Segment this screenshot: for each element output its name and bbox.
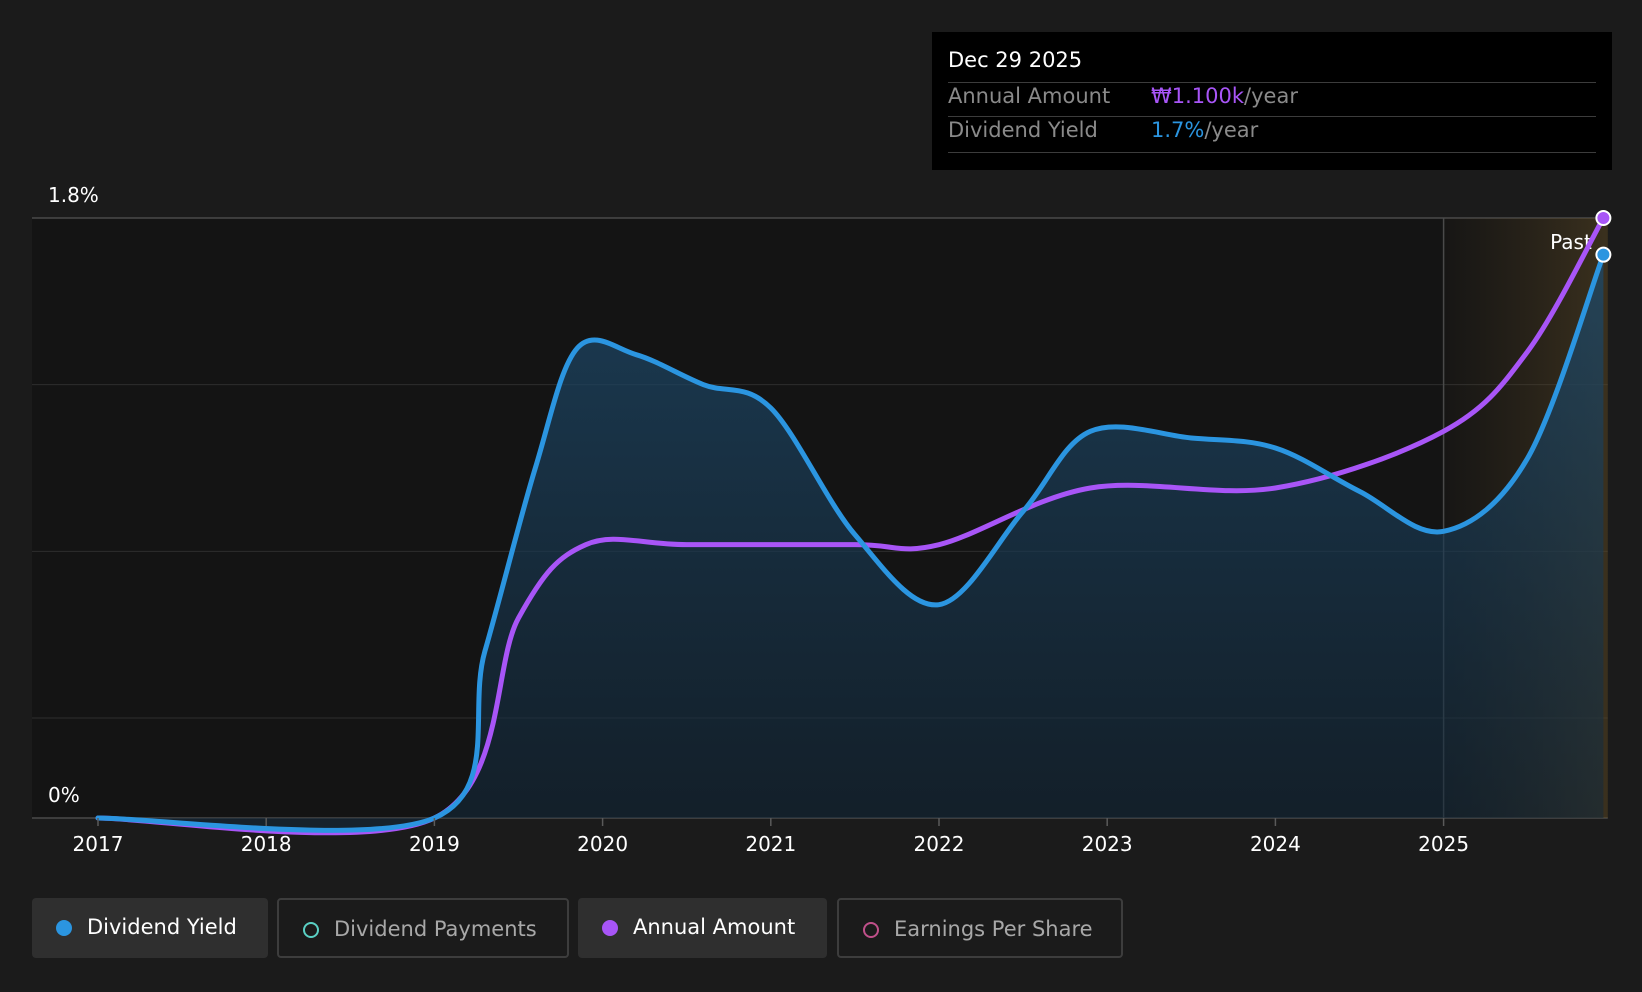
tooltip-unit: /year (1204, 118, 1259, 142)
x-tick-label: 2017 (73, 832, 124, 856)
endpoint-dividend-yield (1595, 246, 1612, 263)
legend-dividend-yield[interactable]: Dividend Yield (32, 898, 268, 958)
y-tick-label: 0% (48, 783, 80, 807)
dividend-chart: Past 1.8% 0% 2017 2018 2019 2020 2021 2022 2023 20… (0, 0, 1642, 988)
legend-dot-icon (56, 920, 72, 936)
tooltip-unit: /year (1244, 84, 1298, 108)
tooltip-divider (948, 116, 1596, 117)
legend-annual-amount[interactable]: Annual Amount (578, 898, 827, 958)
tooltip-label: Dividend Yield (948, 118, 1098, 142)
legend-dot-icon (602, 920, 618, 936)
y-tick-label: 1.8% (48, 183, 99, 207)
x-tick-label: 2022 (914, 832, 965, 856)
tooltip-label: Annual Amount (948, 84, 1111, 108)
x-tick-label: 2020 (577, 832, 628, 856)
endpoint-annual-amount (1595, 210, 1612, 226)
legend-label: Dividend Yield (87, 915, 237, 939)
tooltip-date: Dec 29 2025 (948, 48, 1083, 72)
x-tick-label: 2023 (1082, 832, 1133, 856)
x-tick-label: 2025 (1418, 832, 1469, 856)
x-tick-label: 2021 (745, 832, 796, 856)
tooltip-value: ₩1.100k (1151, 84, 1245, 108)
legend-dividend-payments[interactable]: Dividend Payments (277, 898, 569, 958)
tooltip-divider (948, 152, 1596, 153)
legend-label: Annual Amount (633, 915, 796, 939)
x-tick-label: 2019 (409, 832, 460, 856)
legend-label: Dividend Payments (334, 917, 537, 941)
tooltip-value: 1.7% (1151, 118, 1205, 142)
legend-label: Earnings Per Share (894, 917, 1093, 941)
x-tick-label: 2018 (241, 832, 292, 856)
hover-tooltip: Dec 29 2025 Annual Amount ₩1.100k/year D… (932, 32, 1612, 170)
legend-dot-icon (863, 922, 879, 938)
legend-earnings-per-share[interactable]: Earnings Per Share (837, 898, 1123, 958)
legend-dot-icon (303, 922, 319, 938)
tooltip-divider (948, 82, 1596, 83)
x-tick-label: 2024 (1250, 832, 1301, 856)
